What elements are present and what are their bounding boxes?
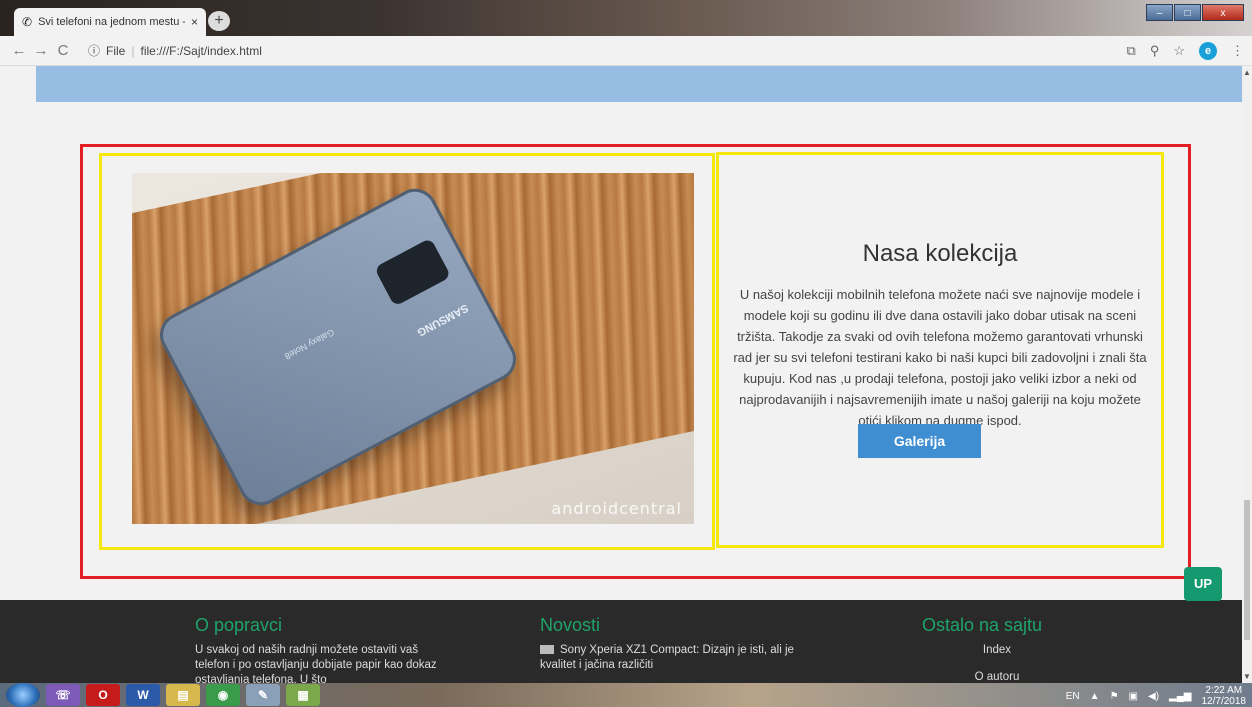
minimize-button[interactable]: – (1146, 4, 1173, 21)
new-tab-button[interactable]: + (208, 11, 230, 31)
info-icon[interactable]: ⓘ (88, 42, 100, 59)
footer-repair-title: O popravci (195, 615, 283, 635)
footer-column-repair: O popravci U svakoj od naših radnji može… (195, 615, 455, 683)
profile-avatar[interactable]: e (1199, 42, 1217, 60)
start-button[interactable] (6, 683, 40, 707)
network-icon[interactable]: ▣ (1129, 691, 1138, 702)
url-field[interactable]: ⓘ File | file:///F:/Sajt/index.html (88, 42, 262, 59)
page-viewport: SAMSUNG Galaxy Note8 androidcentral Nasa… (0, 66, 1242, 683)
close-window-button[interactable]: x (1202, 4, 1244, 21)
clock-time: 2:22 AM (1205, 685, 1243, 696)
image-watermark: androidcentral (551, 499, 682, 518)
word-icon[interactable]: W (126, 684, 160, 706)
translate-icon[interactable]: ⧉ (1127, 43, 1136, 59)
action-center-flag-icon[interactable]: ⚑ (1110, 691, 1119, 702)
scroll-down-arrow-icon[interactable]: ▼ (1243, 672, 1251, 681)
file-explorer-icon[interactable]: ▤ (166, 684, 200, 706)
news-item[interactable]: Sony Xperia XZ1 Compact: Dizajn je isti,… (540, 643, 810, 673)
signal-icon[interactable]: ▂▄▆ (1169, 691, 1191, 702)
zoom-icon[interactable]: ⚲ (1150, 43, 1160, 59)
bookmark-star-icon[interactable]: ☆ (1173, 43, 1185, 59)
system-tray: EN ▲ ⚑ ▣ ◀) ▂▄▆ 2:22 AM 12/7/2018 (1066, 685, 1246, 707)
phone-photo: SAMSUNG Galaxy Note8 androidcentral (132, 173, 694, 524)
tab-title: Svi telefoni na jednom mestu - ... (38, 16, 185, 28)
browser-tab[interactable]: ✆ Svi telefoni na jednom mestu - ... × (14, 8, 206, 36)
gallery-button[interactable]: Galerija (858, 424, 981, 458)
scroll-up-arrow-icon[interactable]: ▲ (1243, 68, 1251, 77)
footer-link-about[interactable]: O autoru (922, 670, 1072, 683)
url-text[interactable]: file:///F:/Sajt/index.html (140, 44, 261, 58)
header-band (36, 66, 1242, 102)
footer-news-title: Novosti (540, 615, 601, 635)
chrome-icon[interactable]: ◉ (206, 684, 240, 706)
clock-date: 12/7/2018 (1201, 696, 1247, 707)
footer-column-news: Novosti Sony Xperia XZ1 Compact: Dizajn … (540, 615, 810, 673)
taskbar-clock[interactable]: 2:22 AM 12/7/2018 (1202, 685, 1247, 707)
scrollbar-thumb[interactable] (1244, 500, 1250, 640)
menu-dots-icon[interactable]: ⋮ (1231, 43, 1244, 59)
volume-icon[interactable]: ◀) (1148, 691, 1159, 702)
opera-icon[interactable]: O (86, 684, 120, 706)
url-scheme: File (106, 43, 126, 58)
tray-expand-icon[interactable]: ▲ (1090, 691, 1100, 702)
back-arrow-icon[interactable]: ← (8, 42, 30, 59)
collection-title: Nasa kolekcija (862, 240, 1018, 267)
browser-tab-strip: ✆ Svi telefoni na jednom mestu - ... × +… (0, 0, 1252, 36)
reload-icon[interactable]: C (52, 42, 74, 59)
viber-icon[interactable]: ☏ (46, 684, 80, 706)
image-viewer-icon[interactable]: ▦ (286, 684, 320, 706)
paint-icon[interactable]: ✎ (246, 684, 280, 706)
collection-description: U našoj kolekciji mobilnih telefona može… (733, 287, 1147, 428)
address-bar-actions: ⧉ ⚲ ☆ e ⋮ (1127, 42, 1244, 60)
footer-column-other: Ostalo na sajtu Index O autoru (922, 615, 1072, 683)
language-indicator[interactable]: EN (1066, 691, 1080, 702)
news-item-text[interactable]: Sony Xperia XZ1 Compact: Dizajn je isti,… (540, 644, 794, 671)
footer-other-title: Ostalo na sajtu (922, 615, 1043, 635)
news-image-icon (540, 645, 554, 655)
footer-repair-text: U svakoj od naših radnji možete ostaviti… (195, 644, 437, 683)
page-scrollbar[interactable]: ▲ ▼ (1242, 66, 1252, 683)
forward-arrow-icon[interactable]: → (30, 42, 52, 59)
footer-link-index[interactable]: Index (922, 643, 1072, 658)
phone-model-text: Galaxy Note8 (283, 327, 336, 362)
page-favicon-icon: ✆ (22, 15, 33, 29)
scroll-up-button[interactable]: UP (1184, 567, 1222, 601)
tab-close-icon[interactable]: × (191, 15, 198, 29)
os-taskbar: ☏ O W ▤ ◉ ✎ ▦ EN ▲ ⚑ ▣ ◀) ▂▄▆ 2:22 AM 12… (0, 683, 1252, 707)
phone-brand-text: SAMSUNG (414, 301, 471, 339)
url-separator: | (131, 43, 135, 58)
maximize-button[interactable]: □ (1174, 4, 1201, 21)
window-controls: – □ x (1146, 4, 1244, 21)
camera-module-icon (374, 237, 452, 307)
site-footer: O popravci U svakoj od naših radnji može… (0, 600, 1242, 683)
address-bar: ← → C ⓘ File | file:///F:/Sajt/index.htm… (0, 36, 1252, 66)
